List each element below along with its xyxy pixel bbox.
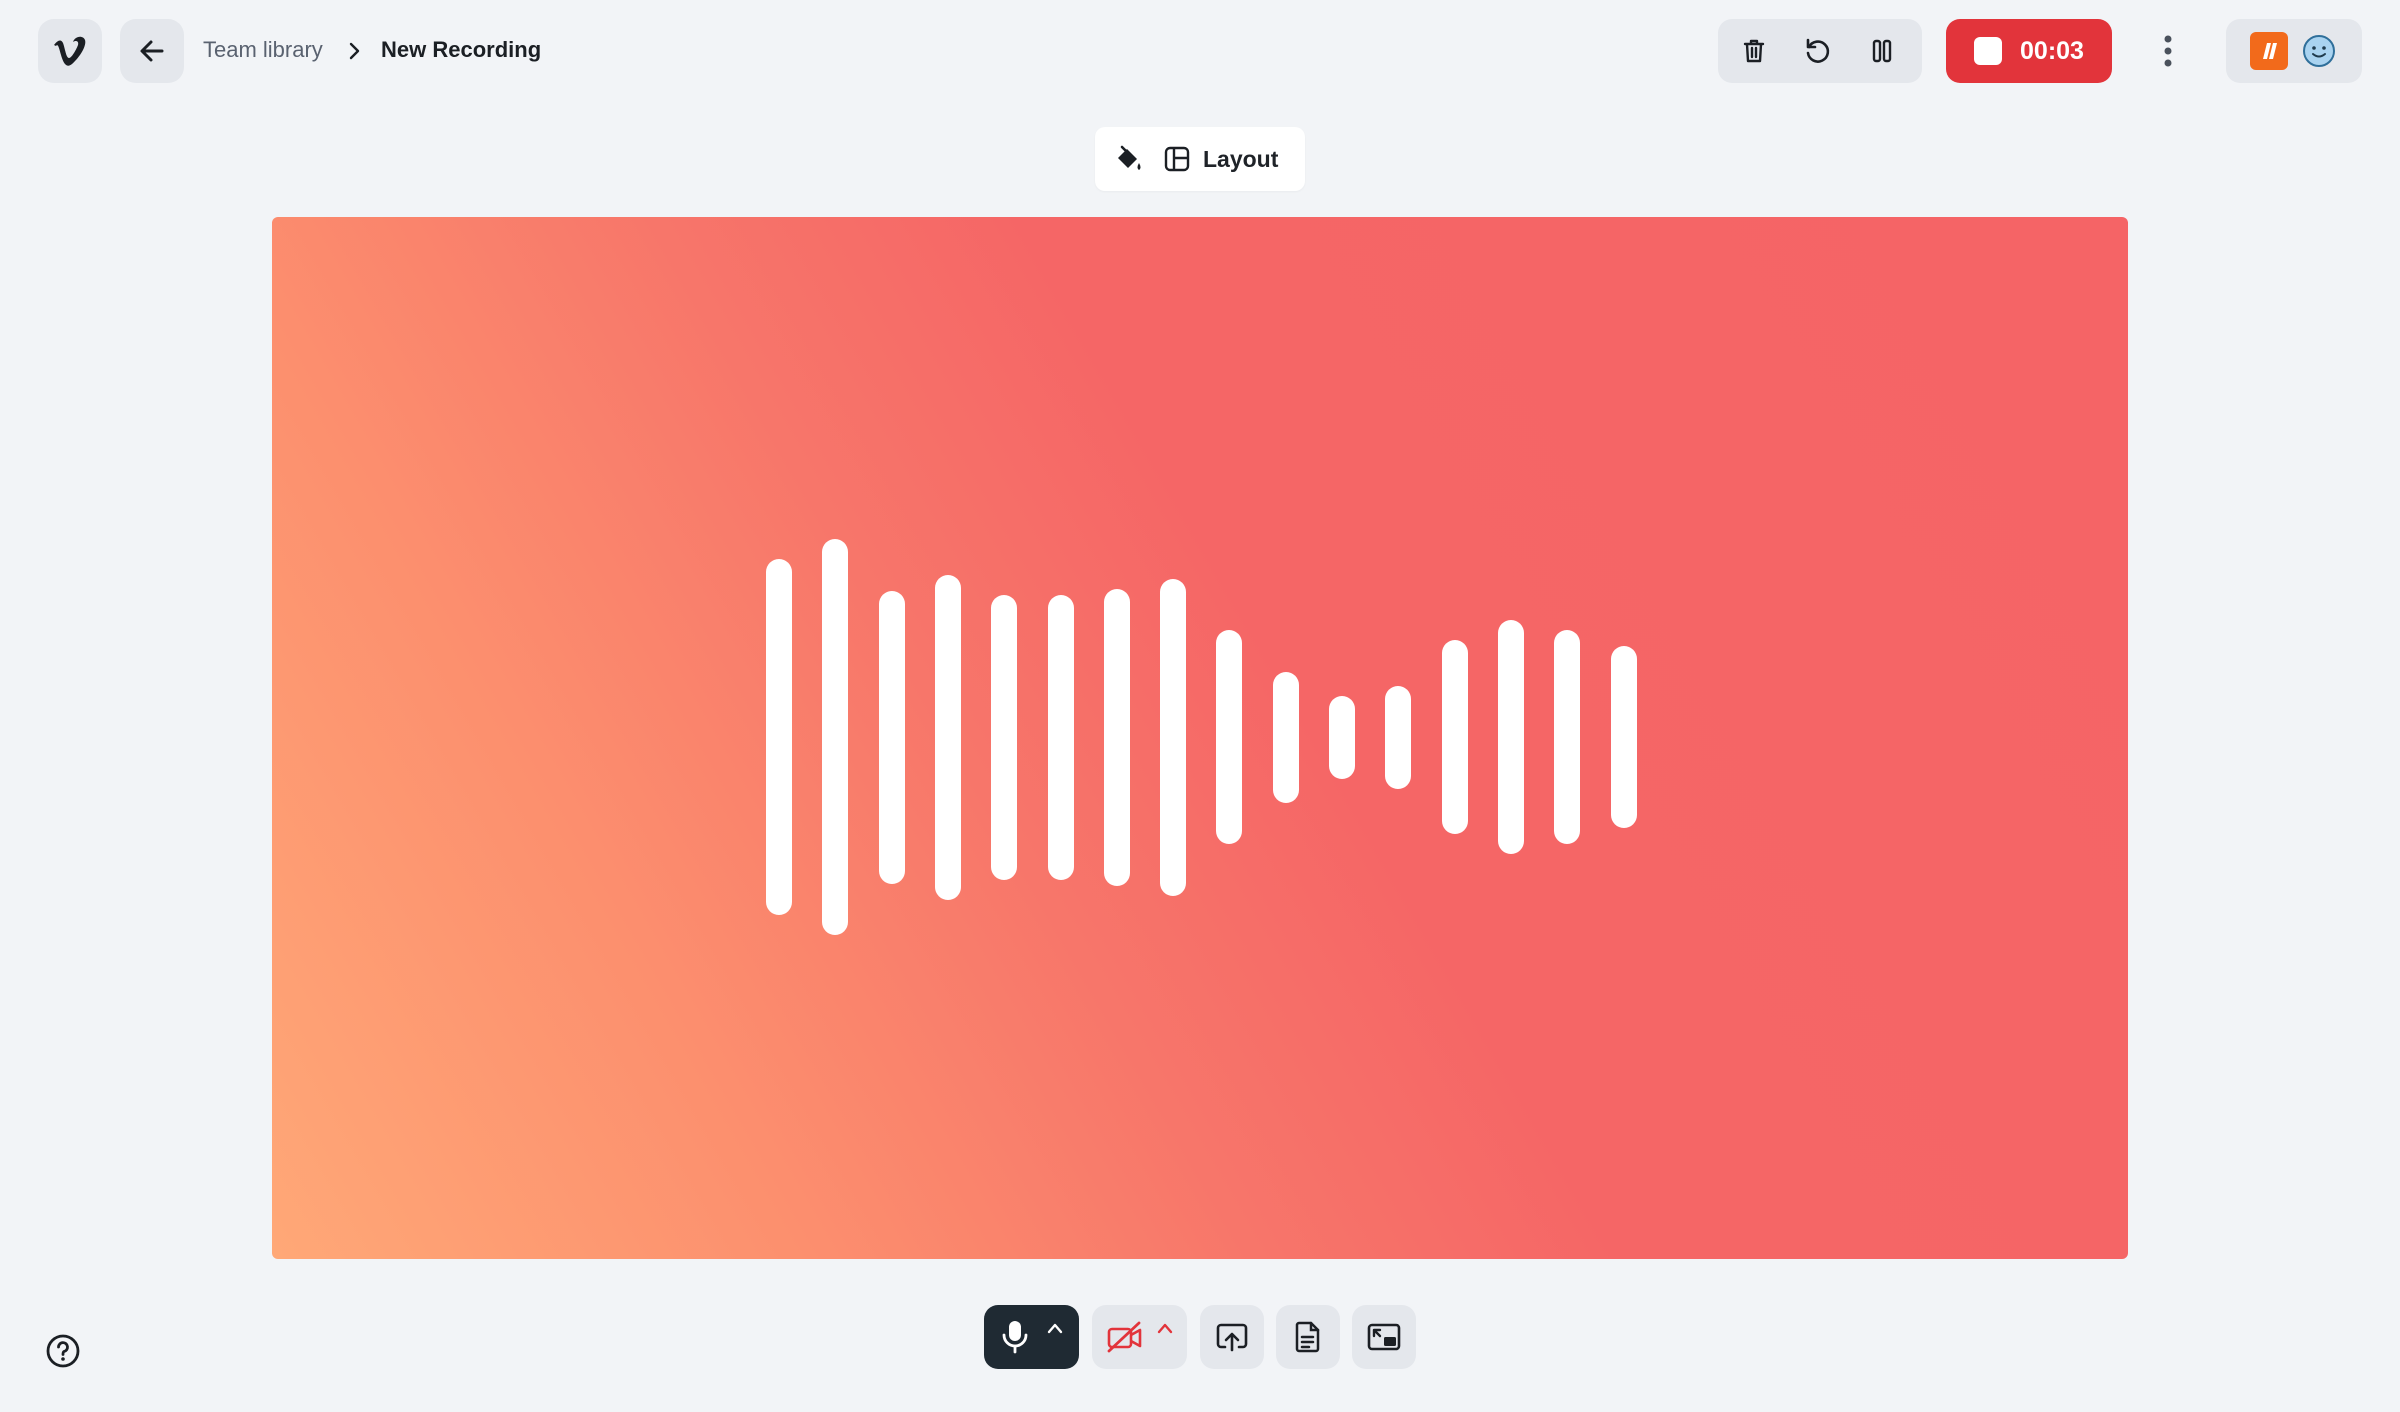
waveform-bar <box>1329 696 1355 779</box>
layout-label: Layout <box>1203 145 1279 172</box>
waveform-bar <box>935 575 961 900</box>
waveform-bar <box>1498 620 1524 854</box>
waveform-bar <box>1104 589 1130 886</box>
chevron-right-icon <box>349 42 360 60</box>
delete-button[interactable] <box>1722 19 1786 83</box>
recording-controls <box>1718 19 1922 83</box>
waveform-bar <box>1385 686 1411 789</box>
screen-share-icon <box>1216 1323 1248 1352</box>
microphone-icon <box>1002 1321 1028 1354</box>
notes-button[interactable] <box>1276 1305 1340 1369</box>
picture-in-picture-icon <box>1367 1323 1401 1351</box>
waveform-bar <box>1611 646 1637 828</box>
waveform-bar <box>766 559 792 915</box>
stage-toolbar: Layout <box>1095 127 1305 191</box>
recording-timer: 00:03 <box>2020 36 2084 65</box>
trash-icon <box>1743 39 1765 63</box>
brand-glyph <box>2263 43 2277 59</box>
brand-extension-icon[interactable] <box>2250 32 2288 70</box>
share-screen-button[interactable] <box>1200 1305 1264 1369</box>
help-circle-icon <box>46 1334 80 1368</box>
stop-square-icon <box>1974 37 2003 65</box>
rotate-ccw-icon <box>1806 38 1830 63</box>
background-button[interactable] <box>1113 143 1145 175</box>
microphone-control[interactable] <box>984 1305 1079 1369</box>
camera-off-icon <box>1107 1321 1142 1353</box>
document-icon <box>1295 1321 1320 1353</box>
waveform-bar <box>1554 630 1580 844</box>
vimeo-logo-icon <box>54 36 86 66</box>
vimeo-logo[interactable] <box>38 19 102 83</box>
pause-icon <box>1872 39 1892 63</box>
waveform-bar <box>1216 630 1242 844</box>
waveform-bar <box>1442 640 1468 834</box>
camera-control[interactable] <box>1092 1305 1187 1369</box>
smiley-glyph <box>2303 35 2335 67</box>
back-button[interactable] <box>120 19 184 83</box>
smiley-avatar-icon[interactable] <box>2300 32 2338 70</box>
restart-button[interactable] <box>1786 19 1850 83</box>
recording-stage <box>272 217 2128 1259</box>
audio-waveform <box>766 539 1646 935</box>
layout-icon <box>1164 146 1190 172</box>
help-button[interactable] <box>44 1332 82 1370</box>
arrow-left-icon <box>140 40 164 62</box>
chevron-up-icon[interactable] <box>1156 1321 1174 1335</box>
breadcrumb-team-library[interactable]: Team library <box>203 38 323 62</box>
waveform-bar <box>822 539 848 935</box>
waveform-bar <box>1160 579 1186 896</box>
waveform-bar <box>879 591 905 884</box>
picture-in-picture-button[interactable] <box>1352 1305 1416 1369</box>
pause-button[interactable] <box>1850 19 1914 83</box>
stop-recording-button[interactable]: 00:03 <box>1946 19 2112 83</box>
breadcrumb-current: New Recording <box>381 37 542 62</box>
more-options-button[interactable] <box>2150 19 2186 83</box>
paint-bucket-icon <box>1118 145 1141 170</box>
chevron-up-icon[interactable] <box>1046 1321 1064 1335</box>
more-vertical-icon <box>2164 35 2172 67</box>
extensions-area <box>2226 19 2362 83</box>
waveform-bar <box>1273 672 1299 803</box>
waveform-bar <box>1048 595 1074 880</box>
waveform-bar <box>991 595 1017 880</box>
layout-button[interactable]: Layout <box>1163 145 1278 173</box>
